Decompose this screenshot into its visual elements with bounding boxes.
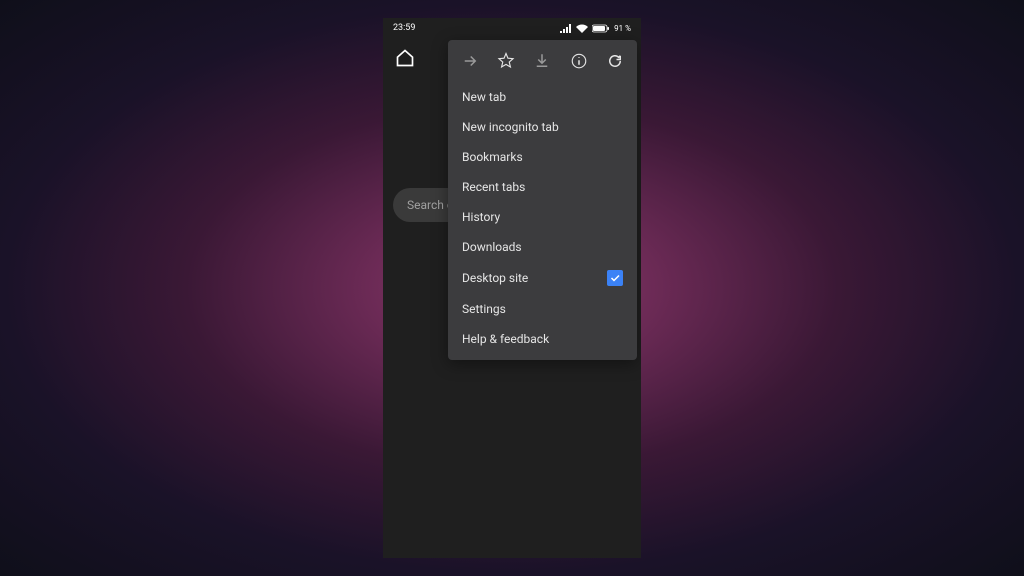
menu-item-label: Desktop site (462, 271, 528, 285)
download-button[interactable] (527, 46, 557, 76)
arrow-right-icon (461, 52, 479, 70)
star-icon (497, 52, 515, 70)
home-button[interactable] (393, 46, 417, 70)
menu-item-label: Downloads (462, 240, 522, 254)
info-icon (570, 52, 588, 70)
check-icon (609, 272, 621, 284)
menu-item-label: Settings (462, 302, 506, 316)
bookmark-button[interactable] (491, 46, 521, 76)
menu-item-label: Recent tabs (462, 180, 525, 194)
menu-item-help-feedback[interactable]: Help & feedback (448, 324, 637, 354)
menu-item-desktop-site[interactable]: Desktop site (448, 262, 637, 294)
menu-item-history[interactable]: History (448, 202, 637, 232)
overflow-menu: New tab New incognito tab Bookmarks Rece… (448, 40, 637, 360)
desktop-site-checkbox[interactable] (607, 270, 623, 286)
info-button[interactable] (564, 46, 594, 76)
menu-item-new-tab[interactable]: New tab (448, 82, 637, 112)
status-time: 23:59 (393, 23, 415, 33)
signal-icon (560, 24, 572, 33)
forward-button[interactable] (455, 46, 485, 76)
menu-item-new-incognito-tab[interactable]: New incognito tab (448, 112, 637, 142)
battery-icon (592, 24, 610, 33)
menu-item-recent-tabs[interactable]: Recent tabs (448, 172, 637, 202)
status-bar: 23:59 91 % (383, 18, 641, 38)
phone-frame: 23:59 91 % Search or (383, 18, 641, 558)
menu-item-downloads[interactable]: Downloads (448, 232, 637, 262)
menu-item-label: History (462, 210, 500, 224)
menu-item-label: Bookmarks (462, 150, 523, 164)
reload-button[interactable] (600, 46, 630, 76)
home-icon (395, 48, 415, 68)
wifi-icon (576, 24, 588, 33)
status-icons: 91 % (560, 24, 631, 33)
reload-icon (606, 52, 624, 70)
menu-item-label: New incognito tab (462, 120, 559, 134)
menu-item-label: New tab (462, 90, 506, 104)
menu-item-label: Help & feedback (462, 332, 549, 346)
battery-label: 91 % (614, 24, 631, 33)
menu-item-bookmarks[interactable]: Bookmarks (448, 142, 637, 172)
menu-item-settings[interactable]: Settings (448, 294, 637, 324)
download-icon (533, 52, 551, 70)
menu-icon-row (448, 40, 637, 82)
